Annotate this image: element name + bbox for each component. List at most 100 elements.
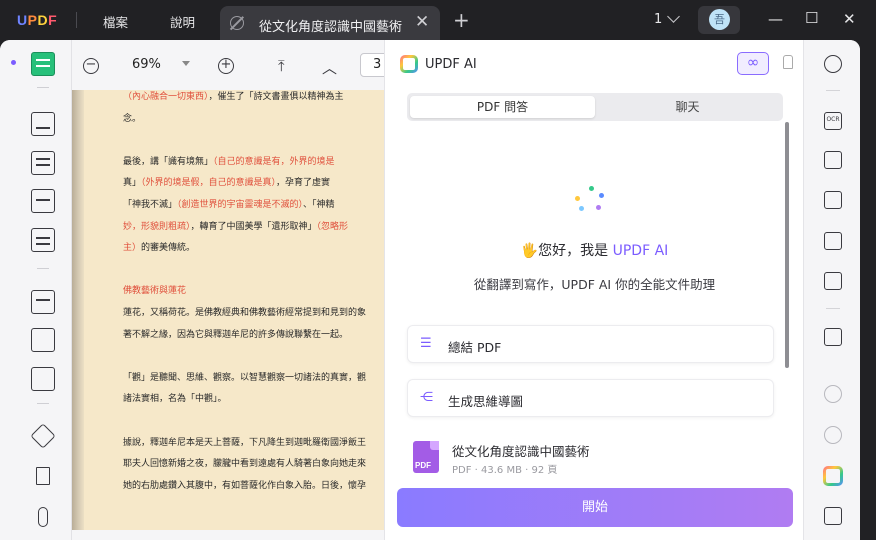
protect-icon[interactable]	[31, 367, 55, 391]
text-run: 諸法實相，名為「中觀」。	[123, 394, 227, 405]
chevron-down-icon[interactable]	[667, 10, 680, 23]
mail-icon[interactable]	[824, 272, 842, 290]
new-tab-button[interactable]: +	[453, 8, 470, 32]
previous-page-button[interactable]: ︿	[322, 57, 337, 78]
app-logo: UPDF	[17, 12, 58, 28]
zoom-in-button[interactable]: +	[218, 58, 234, 74]
share-icon[interactable]	[824, 232, 842, 250]
text-run: 她的右肋處鑽入其腹中，有如菩薩化作白象入胎。日後，懷孕	[123, 480, 367, 491]
menu-help[interactable]: 說明	[170, 12, 195, 31]
action-label: 總結 PDF	[448, 340, 502, 355]
list-icon: ☰	[420, 336, 432, 351]
comment-icon[interactable]	[824, 507, 842, 525]
tab-close-icon[interactable]: ✕	[415, 12, 429, 32]
page-edge	[72, 90, 84, 530]
text-run: ，催生了「詩文書畫俱以精神為主	[208, 92, 344, 102]
page-count[interactable]: 1	[654, 12, 662, 27]
protect-file-icon[interactable]	[824, 191, 842, 209]
highlighter-icon[interactable]	[31, 112, 55, 136]
document-line: 念。	[123, 109, 384, 131]
redo-icon[interactable]	[824, 426, 842, 444]
edit-text-icon[interactable]	[31, 151, 55, 175]
undo-icon[interactable]	[824, 385, 842, 403]
infinity-button[interactable]: ∞	[737, 52, 769, 75]
greeting-highlight: UPDF AI	[612, 243, 669, 259]
layers-icon[interactable]	[30, 423, 56, 449]
divider	[37, 268, 49, 269]
tab-chat[interactable]: 聊天	[595, 96, 780, 118]
form-edit-icon[interactable]	[31, 228, 55, 252]
document-page[interactable]: （內心融合一切東西），催生了「詩文書畫俱以精神為主 念。 最後，講「識有境無」（自己…	[72, 90, 384, 530]
tab-title: 從文化角度認識中國藝術	[259, 20, 403, 35]
text-run: （自己的意識是有，外界的境是	[213, 156, 335, 167]
document-line: 佛教藝術與蓮花	[123, 281, 384, 303]
divider	[826, 308, 840, 309]
ai-panel: UPDF AI ∞ PDF 問答 聊天 🖐您好，我是 UPDF AI 從翻譯到寫…	[384, 40, 803, 540]
book-icon[interactable]	[31, 189, 55, 213]
text-run: 「神我不滅」	[123, 199, 178, 210]
text-run: 據說，釋迦牟尼本是天上菩薩，下凡降生到迦毗羅衛國淨飯王	[123, 437, 367, 448]
text-run: （外界的境是假，自己的意識是真）	[141, 178, 277, 189]
text-run: 佛教藝術與蓮花	[123, 286, 187, 297]
zoom-level[interactable]: 69%	[132, 57, 161, 72]
document-line: 「觀」是聽聞、思維、觀察。以智慧觀察一切諸法的真實，觀	[123, 368, 384, 390]
avatar-button[interactable]: 吾	[698, 6, 740, 34]
text-run: 耶夫人回憶新婚之夜，朦朧中看到遠處有人騎著白象向她走來	[123, 459, 367, 470]
close-window-button[interactable]: ✕	[843, 10, 856, 28]
zoom-out-button[interactable]: −	[83, 58, 99, 74]
ocr-icon[interactable]: OCR	[824, 112, 842, 130]
bookmark-icon[interactable]	[36, 467, 50, 485]
updf-ai-icon[interactable]	[823, 466, 843, 486]
search-icon[interactable]	[824, 55, 842, 73]
document-line: 妙，形貌則粗疏），轉育了中國美學「遺形取神」（忽略形	[123, 217, 384, 239]
attachment-icon[interactable]	[38, 507, 48, 527]
text-run: 的審美傳統。	[141, 243, 196, 254]
pdf-badge: PDF	[415, 461, 431, 470]
document-line: 最後，講「識有境無」（自己的意識是有，外界的境是	[123, 152, 384, 174]
save-icon[interactable]	[824, 328, 842, 346]
tab-pdf-qa[interactable]: PDF 問答	[410, 96, 595, 118]
divider	[37, 87, 49, 88]
workspace: − 69% + ⤒ ︿ 3 （內心融合一切東西），催生了「詩文書畫俱以精神為主念…	[0, 40, 860, 540]
start-button[interactable]: 開始	[397, 488, 793, 527]
avatar: 吾	[709, 9, 730, 30]
greeting: 🖐您好，我是 UPDF AI	[385, 240, 804, 260]
text-run: 妙，形貌則粗疏）	[123, 221, 191, 232]
convert-icon[interactable]	[824, 151, 842, 169]
organize-pages-icon[interactable]	[31, 290, 55, 314]
lock-icon[interactable]	[783, 55, 793, 69]
document-line: 主）的審美傳統。	[123, 238, 384, 260]
mind-map-icon: ⋲	[420, 390, 433, 405]
text-run: ，轉育了中國美學「遺形取神」	[190, 221, 317, 232]
document-line: 耶夫人回憶新婚之夜，朦朧中看到遠處有人騎著白象向她走來	[123, 454, 384, 476]
first-page-button[interactable]: ⤒	[278, 57, 285, 75]
crop-icon[interactable]	[31, 328, 55, 352]
divider	[37, 403, 49, 404]
document-line: 「神我不滅」（創造世界的宇宙靈魂是不滅的）、「神精	[123, 195, 384, 217]
loading-spinner-icon	[575, 186, 611, 222]
updf-ai-logo-icon	[400, 55, 418, 73]
attached-file-card[interactable]: PDF 從文化角度認識中國藝術 PDF · 43.6 MB · 92 頁	[397, 433, 793, 483]
divider	[76, 12, 77, 28]
document-line: 蓮花，又稱荷花。是佛教經典和佛教藝術經常提到和見到的象	[123, 303, 384, 325]
zoom-dropdown-icon[interactable]	[182, 61, 190, 66]
text-run: ，孕育了虛實	[276, 178, 331, 189]
mind-map-button[interactable]: ⋲ 生成思維導圖	[407, 379, 774, 417]
maximize-button[interactable]: ☐	[805, 9, 818, 27]
document-toolbar: − 69% + ⤒ ︿ 3	[72, 40, 390, 92]
ai-subtitle: 從翻譯到寫作，UPDF AI 你的全能文件助理	[473, 277, 716, 292]
ai-mode-tabs: PDF 問答 聊天	[407, 93, 783, 121]
document-tab[interactable]: 從文化角度認識中國藝術 ✕	[220, 6, 440, 40]
document-line: 真」（外界的境是假，自己的意識是真），孕育了虛實	[123, 173, 384, 195]
file-name: 從文化角度認識中國藝術	[452, 444, 590, 459]
text-run: （忽略形	[316, 221, 349, 232]
text-run: 、「神精	[303, 199, 335, 210]
menu-file[interactable]: 檔案	[103, 12, 128, 31]
reader-tool-icon[interactable]	[31, 52, 55, 76]
no-edit-icon	[230, 16, 244, 30]
summarize-pdf-button[interactable]: ☰ 總結 PDF	[407, 325, 774, 363]
document-line: 她的右肋處鑽入其腹中，有如菩薩化作白象入胎。日後，懷孕	[123, 476, 384, 498]
minimize-button[interactable]: —	[768, 10, 783, 28]
